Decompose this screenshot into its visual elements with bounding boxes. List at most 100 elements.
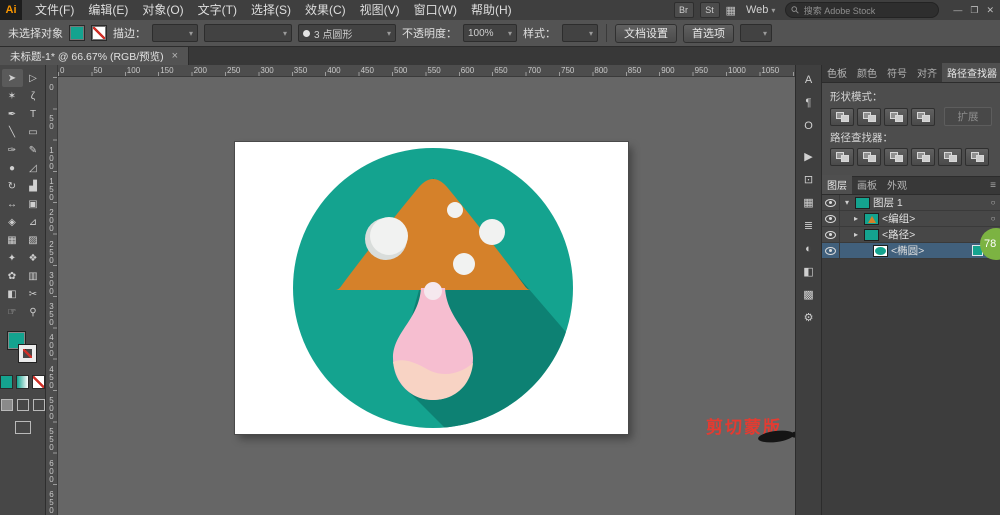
paragraph-panel-icon[interactable]: ¶ <box>799 94 819 111</box>
preferences-button[interactable]: 首选项 <box>683 24 734 43</box>
menu-item-2[interactable]: 对象(O) <box>135 0 190 20</box>
target-circle-icon[interactable]: ○ <box>986 198 1000 207</box>
mesh-tool[interactable]: ▦ <box>2 231 23 249</box>
width-tool[interactable]: ↔ <box>2 195 23 213</box>
panel-menu-icon[interactable]: ≡ <box>990 180 996 191</box>
symbol-sprayer-tool[interactable]: ✿ <box>2 267 23 285</box>
crop-button[interactable] <box>911 148 935 166</box>
app-logo[interactable]: Ai <box>0 0 22 20</box>
lasso-tool[interactable]: ζ <box>23 87 44 105</box>
line-tool[interactable]: ╲ <box>2 123 23 141</box>
tab-颜色[interactable]: 颜色 <box>852 63 882 82</box>
document-tab[interactable]: 未标题-1* @ 66.67% (RGB/预览) × <box>0 47 189 65</box>
color-mode-button[interactable] <box>0 375 13 389</box>
document-setup-button[interactable]: 文档设置 <box>615 24 677 43</box>
merge-button[interactable] <box>884 148 908 166</box>
trim-button[interactable] <box>857 148 881 166</box>
expand-arrow-icon[interactable]: ▸ <box>851 214 861 223</box>
pattern-panel-icon[interactable]: ▩ <box>799 286 819 303</box>
stem-top-dot[interactable] <box>424 282 442 300</box>
canvas[interactable]: 剪切蒙版 <box>58 77 795 515</box>
menu-item-7[interactable]: 窗口(W) <box>407 0 464 20</box>
visibility-toggle[interactable] <box>822 243 840 258</box>
tab-对齐[interactable]: 对齐 <box>912 63 942 82</box>
tab-色板[interactable]: 色板 <box>822 63 852 82</box>
fill-color-swatch[interactable] <box>69 25 85 41</box>
draw-inside-button[interactable] <box>33 399 45 411</box>
stock-button[interactable]: St <box>700 2 720 18</box>
gear-icon[interactable]: ⚙ <box>799 309 819 326</box>
target-circle-icon[interactable]: ○ <box>986 214 1000 223</box>
stroke-panel-icon[interactable]: ≣ <box>799 217 819 234</box>
brush-definition-combo[interactable]: 3 点圆形 <box>298 24 396 42</box>
gradient-tool[interactable]: ▨ <box>23 231 44 249</box>
bridge-button[interactable]: Br <box>674 2 694 18</box>
expand-arrow-icon[interactable]: ▸ <box>851 230 861 239</box>
tab-图层[interactable]: 图层 <box>822 175 852 194</box>
blend-tool[interactable]: ❖ <box>23 249 44 267</box>
minus-front-button[interactable] <box>857 108 881 126</box>
tab-画板[interactable]: 画板 <box>852 175 882 194</box>
stroke-weight-combo[interactable] <box>152 24 198 42</box>
scale-tool[interactable]: ▟ <box>23 177 44 195</box>
spot-right[interactable] <box>479 219 505 245</box>
width-profile-combo[interactable] <box>204 24 292 42</box>
unite-button[interactable] <box>830 108 854 126</box>
visibility-toggle[interactable] <box>822 227 840 242</box>
slice-tool[interactable]: ✂ <box>23 285 44 303</box>
character-panel-icon[interactable]: A <box>799 71 819 88</box>
stroke-swatch[interactable] <box>19 345 36 362</box>
eraser-tool[interactable]: ◿ <box>23 159 44 177</box>
tab-close-icon[interactable]: × <box>172 50 178 62</box>
close-button[interactable]: ✕ <box>986 5 994 16</box>
draw-behind-button[interactable] <box>17 399 29 411</box>
expand-arrow-icon[interactable]: ▾ <box>842 198 852 207</box>
spot-lower[interactable] <box>453 253 475 275</box>
menu-item-0[interactable]: 文件(F) <box>28 0 81 20</box>
align-options-combo[interactable] <box>740 24 772 42</box>
stroke-color-swatch[interactable] <box>91 25 107 41</box>
menu-item-8[interactable]: 帮助(H) <box>464 0 519 20</box>
workspace-switcher[interactable]: Web <box>742 4 779 16</box>
expand-button[interactable]: 扩展 <box>944 107 992 126</box>
tab-外观[interactable]: 外观 <box>882 175 912 194</box>
minus-back-button[interactable] <box>965 148 989 166</box>
menu-item-4[interactable]: 选择(S) <box>244 0 298 20</box>
menu-item-1[interactable]: 编辑(E) <box>81 0 135 20</box>
opacity-combo[interactable]: 100% <box>463 24 517 42</box>
zoom-tool[interactable]: ⚲ <box>23 303 44 321</box>
shape-builder-tool[interactable]: ◈ <box>2 213 23 231</box>
gradient-mode-button[interactable] <box>16 375 29 389</box>
layer-row-3[interactable]: <椭圆>○ <box>822 243 1000 259</box>
artboard-tool[interactable]: ◧ <box>2 285 23 303</box>
pen-tool[interactable]: ✒ <box>2 105 23 123</box>
menu-item-6[interactable]: 视图(V) <box>353 0 407 20</box>
transparency-panel-icon[interactable]: ◐ <box>799 240 819 257</box>
blob-brush-tool[interactable]: ● <box>2 159 23 177</box>
links-panel-icon[interactable]: ⊡ <box>799 171 819 188</box>
type-tool[interactable]: T <box>23 105 44 123</box>
free-transform-tool[interactable]: ▣ <box>23 195 44 213</box>
outline-button[interactable] <box>938 148 962 166</box>
adobe-stock-search-input[interactable]: ⚲ 搜索 Adobe Stock <box>785 2 939 18</box>
arrange-documents-icon[interactable]: ▦ <box>726 4 736 17</box>
style-combo[interactable] <box>562 24 598 42</box>
opentype-panel-icon[interactable]: O <box>799 117 819 134</box>
eyedropper-tool[interactable]: ✦ <box>2 249 23 267</box>
hand-tool[interactable]: ☞ <box>2 303 23 321</box>
intersect-button[interactable] <box>884 108 908 126</box>
restore-button[interactable]: ❐ <box>970 5 978 16</box>
direct-selection-tool[interactable]: ▷ <box>23 69 44 87</box>
paintbrush-tool[interactable]: ✑ <box>2 141 23 159</box>
none-mode-button[interactable] <box>32 375 45 389</box>
symbols-panel-icon[interactable]: ▦ <box>799 194 819 211</box>
perspective-grid-tool[interactable]: ⊿ <box>23 213 44 231</box>
visibility-toggle[interactable] <box>822 211 840 226</box>
spot-small[interactable] <box>447 202 463 218</box>
screen-mode-button[interactable] <box>15 421 31 434</box>
actions-panel-icon[interactable]: ▶ <box>799 148 819 165</box>
tab-符号[interactable]: 符号 <box>882 63 912 82</box>
mushroom-artwork[interactable] <box>235 142 628 434</box>
magic-wand-tool[interactable]: ✶ <box>2 87 23 105</box>
visibility-toggle[interactable] <box>822 195 840 210</box>
